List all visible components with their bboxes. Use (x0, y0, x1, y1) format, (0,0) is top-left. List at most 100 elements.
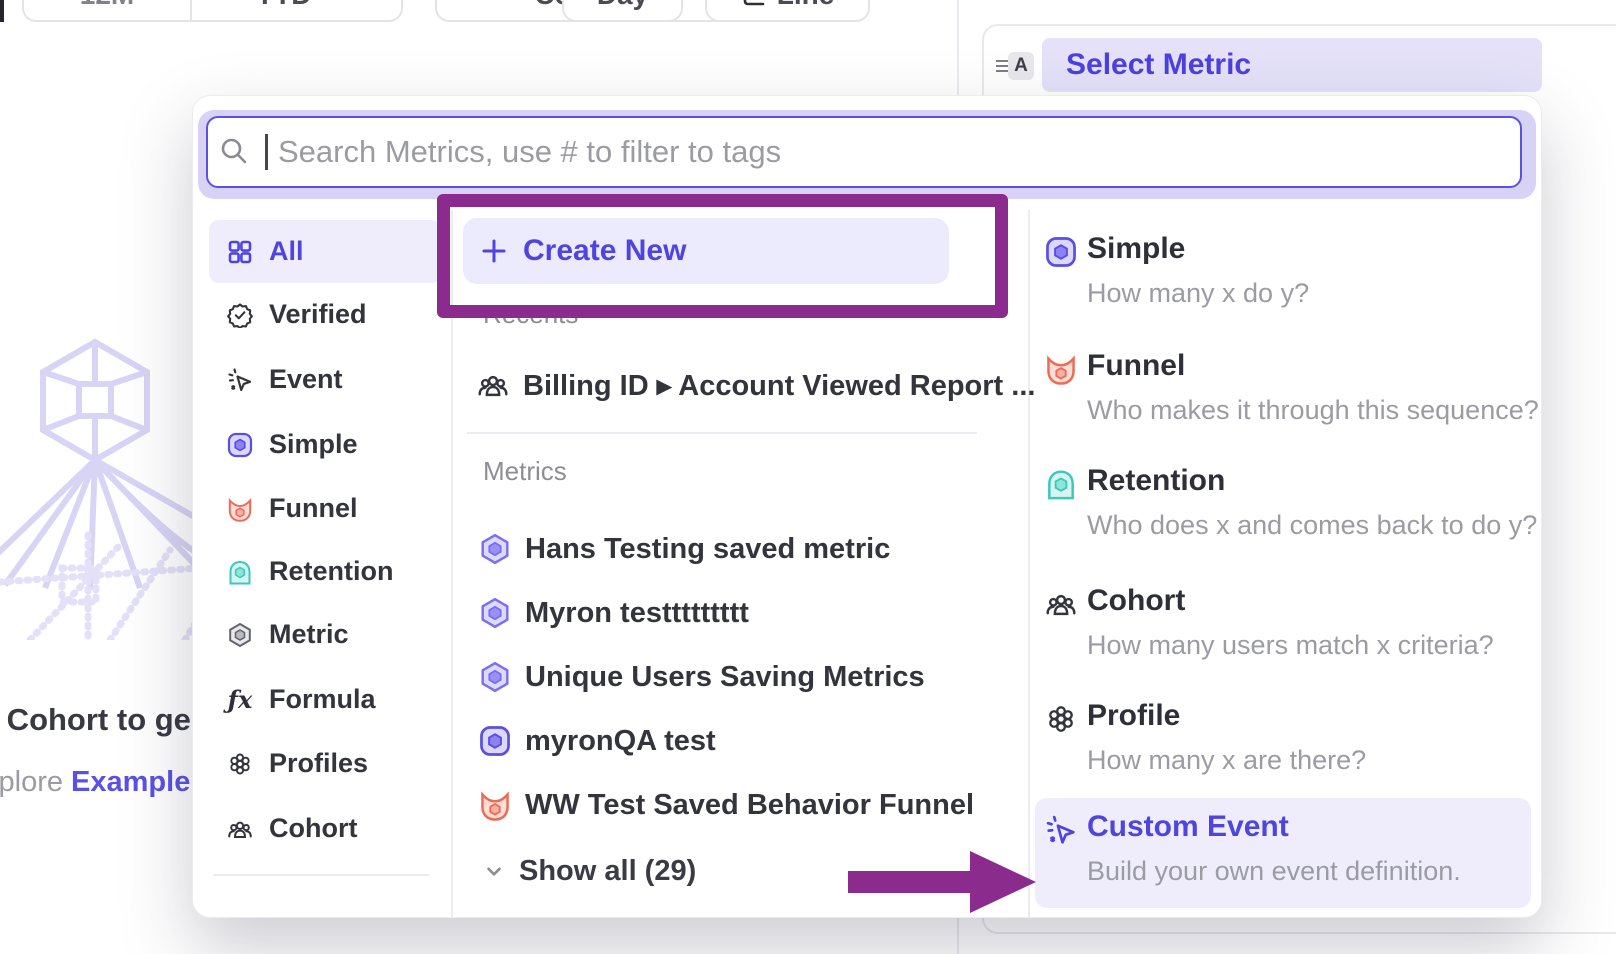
sidebar-item-truncated[interactable]: T (209, 892, 441, 918)
range-ytd-button[interactable]: YTD (192, 0, 401, 20)
chart-type-line-button[interactable]: Line (705, 0, 870, 22)
range-12m-button[interactable]: 12M (24, 0, 190, 20)
recent-item-label: Billing ID ▸ Account Viewed Report ... (523, 368, 1035, 403)
series-letter: A (1014, 55, 1028, 77)
custom-event-cursor-icon (1045, 814, 1077, 846)
saved-metric-hexagon-icon (479, 597, 511, 629)
sidebar-item-funnel[interactable]: Funnel (209, 477, 441, 540)
recents-divider (467, 432, 977, 434)
type-title: Cohort (1087, 584, 1185, 618)
cohort-icon (1045, 588, 1077, 620)
sidebar-item-retention[interactable]: Retention (209, 540, 441, 603)
simple-icon (479, 725, 511, 757)
type-description: How many x are there? (1087, 745, 1366, 776)
type-title: Retention (1087, 464, 1225, 498)
grid-icon (227, 239, 253, 265)
metric-list-item[interactable]: Myron testtttttttt (467, 582, 1027, 644)
sidebar-item-label: All (269, 236, 304, 267)
metric-list-item[interactable]: WW Test Saved Behavior Funnel (467, 774, 1027, 836)
metric-item-label: Myron testtttttttt (525, 597, 749, 630)
sidebar-item-label: Simple (269, 429, 358, 460)
sidebar-item-metric[interactable]: Metric (209, 603, 441, 666)
retention-icon (1045, 468, 1077, 500)
clipped-edge-element (0, 0, 4, 22)
recent-item-billing[interactable]: Billing ID ▸ Account Viewed Report ... (467, 354, 1027, 416)
type-cohort[interactable]: Cohort How many users match x criteria? (1037, 586, 1542, 690)
explore-text: xplore Example (0, 766, 190, 799)
sidebar-item-all[interactable]: All (209, 220, 441, 283)
metrics-header: Metrics (483, 456, 567, 487)
sidebar-item-verified[interactable]: Verified (209, 283, 441, 346)
line-label: Line (777, 0, 835, 11)
type-title: Profile (1087, 699, 1180, 733)
saved-metric-hexagon-icon (479, 661, 511, 693)
type-funnel[interactable]: Funnel Who makes it through this sequenc… (1037, 351, 1542, 455)
simple-icon (227, 432, 253, 458)
metric-item-label: Hans Testing saved metric (525, 533, 890, 566)
sidebar-item-formula[interactable]: ƒx Formula (209, 668, 441, 731)
sidebar-item-label: Event (269, 364, 343, 395)
explore-fragment: xplore (0, 766, 71, 798)
date-range-segmented-control[interactable]: 12M YTD (22, 0, 403, 22)
profiles-icon (227, 751, 253, 777)
search-input[interactable] (206, 116, 1522, 188)
sidebar-item-profiles[interactable]: Profiles (209, 732, 441, 795)
annotation-highlight-box (437, 194, 1008, 318)
funnel-icon (479, 789, 511, 821)
metric-item-label: WW Test Saved Behavior Funnel (525, 789, 974, 822)
metric-list-item[interactable]: myronQA test (467, 710, 1027, 772)
type-title: Custom Event (1087, 810, 1289, 844)
text-cursor (265, 134, 268, 170)
simple-icon (1045, 236, 1077, 268)
select-metric-button[interactable]: Select Metric (1042, 38, 1542, 92)
show-all-button[interactable]: Show all (29) (467, 846, 867, 896)
chevron-down-icon (483, 860, 505, 882)
example-link[interactable]: Example (71, 766, 190, 798)
profiles-icon (1045, 703, 1077, 735)
sidebar-item-label: Retention (269, 556, 394, 587)
funnel-icon (1045, 353, 1077, 385)
type-description: Build your own event definition. (1087, 856, 1461, 887)
cohort-icon (227, 816, 253, 842)
funnel-icon (227, 496, 253, 522)
metric-hexagon-icon (227, 622, 253, 648)
granularity-day-button[interactable]: Day (562, 0, 683, 22)
search-icon (219, 136, 249, 166)
verified-badge-icon (227, 302, 253, 328)
column-divider (1028, 210, 1030, 918)
type-profile[interactable]: Profile How many x are there? (1037, 701, 1542, 805)
sidebar-item-label: Profiles (269, 748, 368, 779)
sidebar-item-label: Cohort (269, 813, 357, 844)
sidebar-item-label: Metric (269, 619, 349, 650)
sidebar-item-simple[interactable]: Simple (209, 413, 441, 476)
type-title: Simple (1087, 232, 1185, 266)
day-label: Day (597, 0, 648, 11)
type-retention[interactable]: Retention Who does x and comes back to d… (1037, 466, 1542, 570)
type-custom-event[interactable]: Custom Event Build your own event defini… (1037, 812, 1542, 916)
sidebar-item-label: Funnel (269, 493, 358, 524)
formula-icon: ƒx (227, 687, 253, 713)
range-12m-label: 12M (80, 0, 134, 11)
type-description: Who does x and comes back to do y? (1087, 510, 1537, 541)
type-description: How many x do y? (1087, 278, 1309, 309)
cohort-icon (477, 369, 509, 401)
wireframe-illustration (0, 330, 200, 640)
annotation-arrow-head (970, 851, 1036, 913)
page-headline-fragment: r Cohort to ge (0, 702, 191, 738)
annotation-arrow (848, 871, 972, 893)
range-ytd-label: YTD (256, 0, 312, 11)
event-cursor-icon (227, 367, 253, 393)
metric-item-label: Unique Users Saving Metrics (525, 661, 925, 694)
sidebar-item-label: Formula (269, 684, 376, 715)
metric-list-item[interactable]: Hans Testing saved metric (467, 518, 1027, 580)
type-simple[interactable]: Simple How many x do y? (1037, 234, 1542, 338)
metric-list-item[interactable]: Unique Users Saving Metrics (467, 646, 1027, 708)
retention-icon (227, 559, 253, 585)
show-all-label: Show all (29) (519, 855, 696, 888)
metric-item-label: myronQA test (525, 725, 716, 758)
type-description: How many users match x criteria? (1087, 630, 1494, 661)
sidebar-item-cohort[interactable]: Cohort (209, 797, 441, 860)
type-title: Funnel (1087, 349, 1185, 383)
sidebar-item-event[interactable]: Event (209, 348, 441, 411)
saved-metric-hexagon-icon (479, 533, 511, 565)
